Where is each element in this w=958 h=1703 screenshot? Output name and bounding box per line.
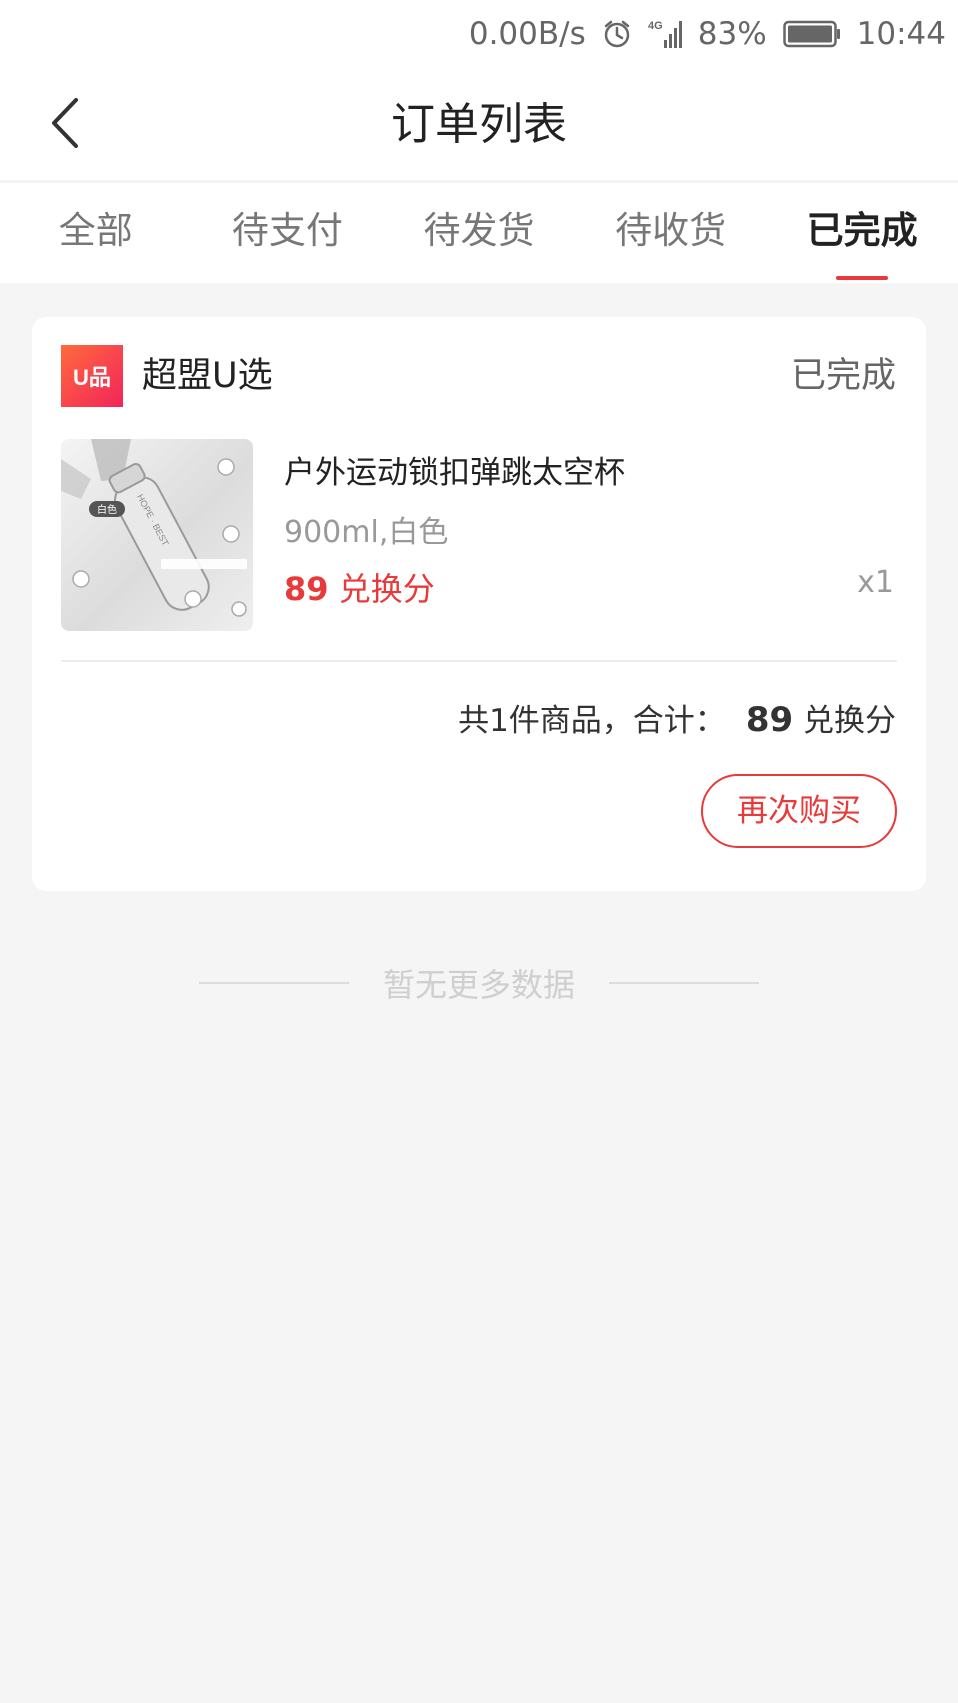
product-image[interactable]: HOPE · BEST 白色 xyxy=(61,439,253,631)
tab-pending-receipt[interactable]: 待收货 xyxy=(575,183,767,283)
status-bar-right: 0.00B/s 4G 83% 10:44 xyxy=(469,12,946,56)
divider-line-left xyxy=(198,982,349,984)
status-bar: 0.00B/s 4G 83% 10:44 xyxy=(0,0,958,70)
alarm-clock-icon xyxy=(602,19,632,49)
order-summary: 共1件商品，合计： 89 兑换分 xyxy=(458,695,896,740)
no-more-data: 暂无更多数据 xyxy=(0,958,958,1008)
tab-completed[interactable]: 已完成 xyxy=(766,183,958,283)
divider-line-right xyxy=(609,982,759,984)
summary-label: 共1件商品，合计： xyxy=(458,703,726,739)
buy-again-button[interactable]: 再次购买 xyxy=(701,774,897,848)
clock-time: 10:44 xyxy=(856,16,946,52)
product-price-value: 89 xyxy=(284,570,329,608)
product-name[interactable]: 户外运动锁扣弹跳太空杯 xyxy=(284,447,625,492)
no-more-text: 暂无更多数据 xyxy=(382,966,575,1004)
product-price-unit: 兑换分 xyxy=(338,570,435,608)
product-image-tag: 白色 xyxy=(97,503,117,516)
product-price: 89 兑换分 xyxy=(284,564,435,610)
page-title: 订单列表 xyxy=(391,99,567,150)
signal-4g-icon: 4G xyxy=(648,18,682,50)
summary-amount: 89 xyxy=(745,700,794,740)
product-quantity: x1 xyxy=(857,565,894,600)
shop-logo-text: U品 xyxy=(73,365,111,390)
summary-unit: 兑换分 xyxy=(803,703,896,739)
network-speed: 0.00B/s xyxy=(468,16,586,52)
shop-name[interactable]: 超盟U选 xyxy=(142,345,273,407)
order-status: 已完成 xyxy=(790,356,896,396)
signal-label: 4G xyxy=(648,20,663,32)
battery-icon xyxy=(782,20,841,48)
order-status-tabs: 全部 待支付 待发货 待收货 已完成 xyxy=(0,183,958,283)
shop-logo: U品 xyxy=(61,345,123,407)
order-card[interactable]: U品 超盟U选 已完成 HOPE · BEST 白色 户外运动锁扣弹跳太空杯 9… xyxy=(32,317,926,891)
divider xyxy=(61,660,897,662)
product-spec: 900ml,白色 xyxy=(284,515,449,550)
nav-bar: 订单列表 xyxy=(0,70,958,180)
tab-pending-payment[interactable]: 待支付 xyxy=(192,183,384,283)
battery-percent: 83% xyxy=(697,16,767,52)
tab-all[interactable]: 全部 xyxy=(0,183,192,283)
tab-pending-shipment[interactable]: 待发货 xyxy=(383,183,575,283)
